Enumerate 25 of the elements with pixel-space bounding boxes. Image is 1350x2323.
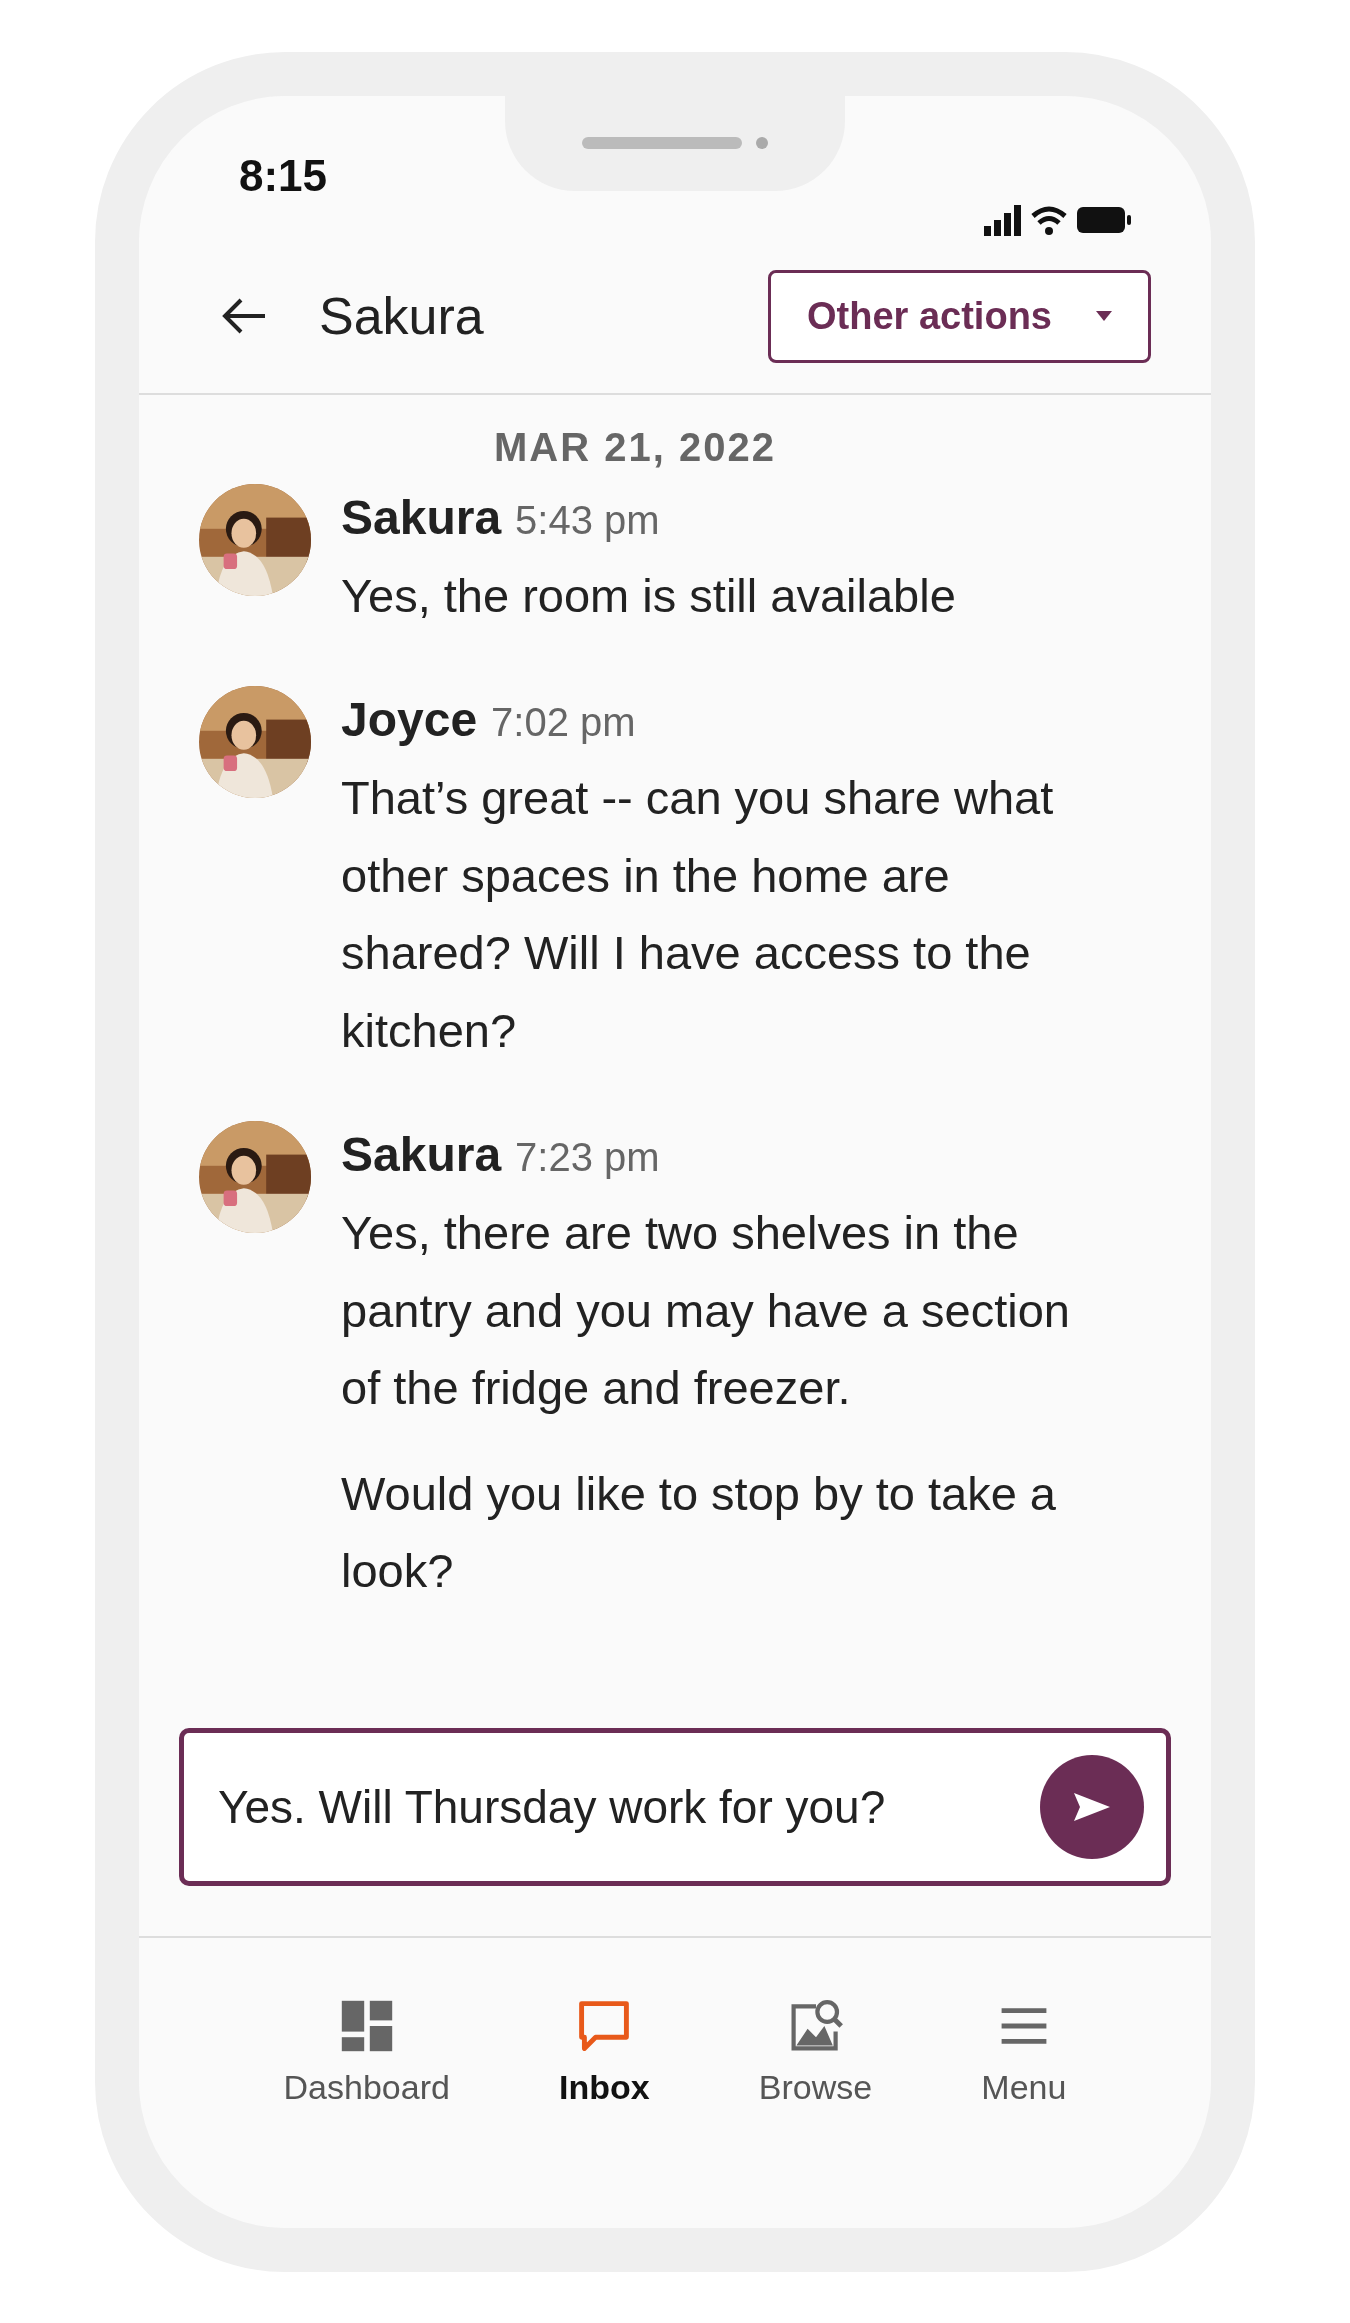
caret-icon	[1096, 311, 1112, 321]
nav-tab[interactable]: Browse	[758, 1998, 873, 2107]
nav-tab[interactable]: Menu	[981, 1998, 1067, 2107]
message-composer[interactable]: Yes. Will Thursday work for you?	[179, 1727, 1171, 1886]
nav-tab[interactable]: Dashboard	[283, 1998, 450, 2107]
status-time: 8:15	[239, 150, 328, 201]
signal-icon	[984, 203, 1021, 236]
sender-name: Sakura	[341, 489, 502, 545]
message-time: 5:43 pm	[515, 497, 660, 543]
date-divider: MAR 21, 2022	[493, 424, 777, 470]
battery-icon	[1077, 206, 1131, 233]
message-time: 7:02 pm	[491, 700, 636, 746]
send-icon	[1072, 1790, 1112, 1823]
message-text: Would you like to stop by to take a look?	[341, 1465, 1057, 1600]
sender-name: Joyce	[341, 692, 478, 748]
wifi-icon	[1031, 203, 1067, 236]
message-text: That’s great -- can you share what other spaces in the home are shared? Will I have access to the kitchen?	[341, 770, 1055, 1059]
other-actions-dropdown[interactable]: Other actions	[768, 269, 1151, 363]
message-text: Yes, there are two shelves in the pantry and you may have a section of the fridge and freezer.	[341, 1205, 1071, 1417]
message-input-field[interactable]: Yes. Will Thursday work for you?	[218, 1779, 1020, 1834]
conversation-title: Sakura	[319, 286, 485, 346]
message-text: Yes, the room is still available	[341, 567, 956, 624]
message-time: 7:23 pm	[515, 1135, 660, 1181]
sender-name: Sakura	[341, 1127, 502, 1183]
nav-tab[interactable]: Inbox	[559, 1998, 650, 2107]
